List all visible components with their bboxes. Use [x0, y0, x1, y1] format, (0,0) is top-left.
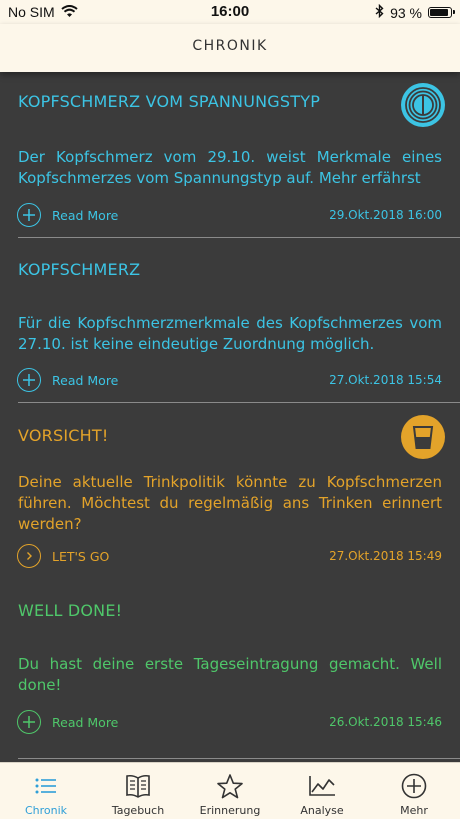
navigation-bar: CHRONIK	[0, 24, 460, 72]
status-right: 93 %	[375, 3, 455, 21]
status-bar: No SIM 16:00 93 %	[0, 0, 460, 24]
card-body: Deine aktuelle Trinkpolitik könnte zu Ko…	[18, 473, 442, 533]
battery-level	[430, 9, 448, 16]
tab-chronik[interactable]: Chronik	[0, 763, 92, 819]
read-more-label: Read More	[52, 207, 119, 223]
plus-circle-icon	[401, 772, 427, 800]
tab-erinnerung[interactable]: Erinnerung	[184, 763, 276, 819]
read-more-button[interactable]: Read More	[17, 710, 118, 734]
feed-card[interactable]: KOPFSCHMERZ VOM SPANNUNGSTYP Der Kopfsch…	[0, 72, 460, 238]
tab-label: Erinnerung	[199, 804, 261, 817]
list-icon	[35, 772, 57, 800]
read-more-button[interactable]: Read More	[17, 368, 118, 392]
battery-percent: 93 %	[390, 4, 422, 21]
card-date: 27.Okt.2018 15:54	[329, 373, 442, 387]
lets-go-button[interactable]: LET'S GO	[17, 544, 109, 568]
headache-badge-icon	[401, 83, 445, 127]
page-title: CHRONIK	[192, 38, 268, 54]
tab-label: Mehr	[400, 804, 428, 817]
card-date: 29.Okt.2018 16:00	[329, 208, 442, 222]
battery-icon	[428, 7, 455, 18]
feed-card[interactable]: VORSICHT! Deine aktuelle Trinkpolitik kö…	[0, 403, 460, 586]
plus-circle-icon	[17, 203, 41, 227]
book-icon	[125, 772, 151, 800]
bluetooth-icon	[375, 3, 384, 21]
tab-label: Analyse	[300, 804, 344, 817]
divider	[18, 758, 460, 759]
plus-circle-icon	[17, 710, 41, 734]
chevron-circle-icon	[17, 544, 41, 568]
card-body: Du hast deine erste Tageseintragung gema…	[18, 655, 442, 694]
tab-label: Tagebuch	[111, 804, 165, 817]
lets-go-label: LET'S GO	[52, 548, 110, 564]
card-title: VORSICHT!	[18, 426, 109, 445]
card-title: KOPFSCHMERZ VOM SPANNUNGSTYP	[18, 92, 321, 111]
tab-mehr[interactable]: Mehr	[368, 763, 460, 819]
tab-label: Chronik	[24, 804, 68, 817]
card-date: 26.Okt.2018 15:46	[329, 715, 442, 729]
plus-circle-icon	[17, 368, 41, 392]
read-more-label: Read More	[52, 372, 119, 388]
feed-card[interactable]: WELL DONE! Du hast deine erste Tageseint…	[0, 586, 460, 762]
card-title: KOPFSCHMERZ	[18, 260, 141, 279]
tab-bar: Chronik Tagebuch Erinnerung Analyse Mehr	[0, 762, 460, 819]
tab-tagebuch[interactable]: Tagebuch	[92, 763, 184, 819]
card-date: 27.Okt.2018 15:49	[329, 549, 442, 563]
feed-card[interactable]: KOPFSCHMERZ Für die Kopfschmerzmerkmale …	[0, 238, 460, 403]
card-body: Für die Kopfschmerzmerkmale des Kopfschm…	[18, 314, 442, 353]
card-body: Der Kopfschmerz vom 29.10. weist Merkmal…	[18, 148, 442, 187]
chronicle-feed[interactable]: KOPFSCHMERZ VOM SPANNUNGSTYP Der Kopfsch…	[0, 72, 460, 762]
tab-analyse[interactable]: Analyse	[276, 763, 368, 819]
card-title: WELL DONE!	[18, 601, 123, 620]
star-icon	[216, 772, 244, 800]
chart-icon	[308, 772, 336, 800]
glass-badge-icon	[401, 415, 445, 459]
read-more-button[interactable]: Read More	[17, 203, 118, 227]
read-more-label: Read More	[52, 714, 119, 730]
